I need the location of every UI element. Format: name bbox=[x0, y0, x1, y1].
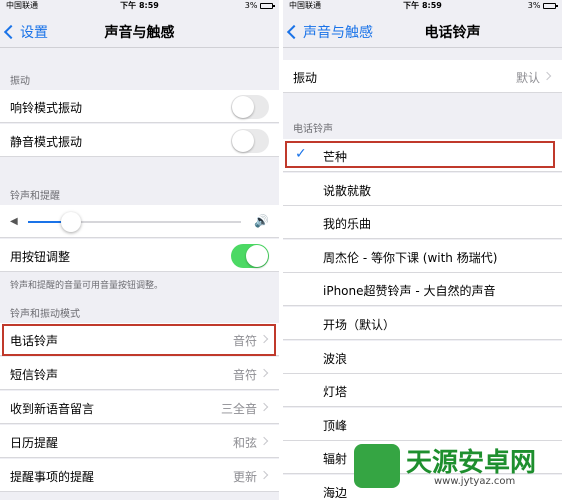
page-title: 电话铃声 bbox=[424, 25, 481, 41]
vibration-row[interactable]: 振动 默认 bbox=[283, 60, 562, 93]
change-with-buttons-label: 用按钮调整 bbox=[10, 250, 71, 264]
ringtone-option[interactable]: 灯塔 bbox=[283, 374, 562, 408]
vibration-label: 振动 bbox=[293, 71, 318, 85]
section-header-ringtone-vibration: 铃声和振动模式 bbox=[10, 309, 80, 320]
toggle-knob bbox=[232, 96, 254, 118]
ringtone-option-label: 开场（默认） bbox=[323, 318, 396, 332]
toggle-knob bbox=[232, 130, 254, 152]
status-bar: 中国联通 下午 8:59 3% bbox=[283, 0, 562, 12]
ringtone-option-label: 说散就散 bbox=[323, 183, 372, 198]
silent-vibrate-row: 静音模式振动 bbox=[0, 124, 279, 157]
calendar-alerts-value: 和弦 bbox=[232, 436, 257, 450]
chevron-right-icon bbox=[259, 334, 269, 344]
ringtone-value: 音符 bbox=[232, 334, 257, 348]
navigation-bar: 设置 声音与触感 bbox=[0, 14, 279, 48]
silent-vibrate-label: 静音模式振动 bbox=[10, 135, 83, 149]
ring-vibrate-label: 响铃模式振动 bbox=[10, 101, 83, 115]
new-voicemail-value: 三全音 bbox=[220, 402, 257, 416]
text-tone-label: 短信铃声 bbox=[10, 368, 59, 382]
status-bar: 中国联通 下午 8:59 3% bbox=[0, 0, 279, 12]
sound-haptics-screen: 中国联通 下午 8:59 3% 设置 声音与触感 振动 响铃模式振动 静音模式振… bbox=[0, 0, 279, 500]
text-tone-row[interactable]: 短信铃声 音符 bbox=[0, 357, 279, 390]
ringtone-option[interactable]: 顶峰 bbox=[283, 407, 562, 441]
new-voicemail-row[interactable]: 收到新语音留言 三全音 bbox=[0, 391, 279, 424]
watermark-logo-icon bbox=[354, 444, 400, 488]
chevron-right-icon bbox=[259, 368, 269, 378]
checkmark-icon: ✓ bbox=[295, 146, 307, 162]
ringtone-option-label: 芒种 bbox=[323, 150, 348, 164]
volume-slider-row: ◀ 🔊 bbox=[0, 205, 279, 238]
watermark: 天源安卓网 www.jytyaz.com bbox=[354, 440, 554, 492]
battery-percent: 3% bbox=[244, 1, 258, 10]
ringtone-screen: 中国联通 下午 8:59 3% 声音与触感 电话铃声 振动 默认 电话铃声 ✓ 芒… bbox=[283, 0, 562, 500]
calendar-alerts-label: 日历提醒 bbox=[10, 436, 59, 450]
vibration-value: 默认 bbox=[515, 71, 540, 85]
toggle-knob bbox=[246, 245, 268, 267]
text-tone-value: 音符 bbox=[232, 368, 257, 382]
battery-percent: 3% bbox=[527, 1, 541, 10]
section-header-ringtones: 电话铃声 bbox=[293, 124, 333, 135]
battery-icon bbox=[543, 2, 558, 9]
chevron-left-icon bbox=[286, 24, 302, 40]
new-voicemail-label: 收到新语音留言 bbox=[10, 402, 95, 416]
speaker-high-icon: 🔊 bbox=[254, 214, 269, 228]
ring-vibrate-toggle[interactable] bbox=[231, 95, 269, 119]
ringtone-option[interactable]: 波浪 bbox=[283, 340, 562, 374]
ringtone-option[interactable]: 周杰伦 - 等你下课 (with 杨瑞代) bbox=[283, 239, 562, 273]
ringtone-option[interactable]: 说散就散 bbox=[283, 172, 562, 206]
silent-vibrate-toggle[interactable] bbox=[231, 129, 269, 153]
reminder-alerts-label: 提醒事项的提醒 bbox=[10, 470, 95, 484]
change-with-buttons-row: 用按钮调整 bbox=[0, 239, 279, 272]
chevron-right-icon bbox=[259, 436, 269, 446]
navigation-bar: 声音与触感 电话铃声 bbox=[283, 14, 562, 48]
ringtone-option-label: iPhone超赞铃声 - 大自然的声音 bbox=[323, 284, 496, 299]
status-time: 下午 8:59 bbox=[403, 1, 442, 10]
ringtone-option-label: 顶峰 bbox=[323, 418, 348, 433]
ringtone-label: 电话铃声 bbox=[10, 334, 59, 348]
chevron-right-icon bbox=[542, 71, 552, 81]
change-with-buttons-toggle[interactable] bbox=[231, 244, 269, 268]
ringtone-option-label: 周杰伦 - 等你下课 (with 杨瑞代) bbox=[323, 250, 498, 265]
volume-slider-thumb[interactable] bbox=[60, 212, 81, 232]
battery-indicator: 3% bbox=[244, 0, 275, 12]
calendar-alerts-row[interactable]: 日历提醒 和弦 bbox=[0, 425, 279, 458]
ringtone-row[interactable]: 电话铃声 音符 bbox=[0, 323, 279, 356]
section-header-vibration: 振动 bbox=[10, 76, 30, 87]
section-header-ringtone-alerts: 铃声和提醒 bbox=[10, 191, 60, 202]
volume-footer-note: 铃声和提醒的音量可用音量按钮调整。 bbox=[10, 281, 164, 291]
battery-icon bbox=[260, 2, 275, 9]
ringtone-option[interactable]: ✓ 芒种 bbox=[283, 139, 562, 172]
battery-indicator: 3% bbox=[527, 0, 558, 12]
status-time: 下午 8:59 bbox=[120, 1, 159, 10]
volume-slider[interactable] bbox=[28, 212, 241, 232]
reminder-alerts-value: 更新 bbox=[232, 470, 257, 484]
watermark-url: www.jytyaz.com bbox=[434, 476, 516, 487]
page-title: 声音与触感 bbox=[104, 25, 175, 41]
ringtone-option-label: 波浪 bbox=[323, 351, 348, 366]
ringtone-option[interactable]: 我的乐曲 bbox=[283, 206, 562, 240]
ringtone-option-label: 海边 bbox=[323, 486, 348, 500]
speaker-low-icon: ◀ bbox=[10, 216, 18, 227]
ringtone-option[interactable]: iPhone超赞铃声 - 大自然的声音 bbox=[283, 273, 562, 307]
ringtone-option-label: 我的乐曲 bbox=[323, 217, 372, 232]
ringtone-option[interactable]: 开场（默认） bbox=[283, 307, 562, 340]
watermark-title: 天源安卓网 bbox=[406, 448, 537, 478]
reminder-alerts-row[interactable]: 提醒事项的提醒 更新 bbox=[0, 459, 279, 492]
chevron-right-icon bbox=[259, 402, 269, 412]
ringtone-option-label: 灯塔 bbox=[323, 385, 348, 400]
ringtone-option-label: 辐射 bbox=[323, 452, 348, 467]
ring-vibrate-row: 响铃模式振动 bbox=[0, 90, 279, 123]
chevron-right-icon bbox=[259, 470, 269, 480]
